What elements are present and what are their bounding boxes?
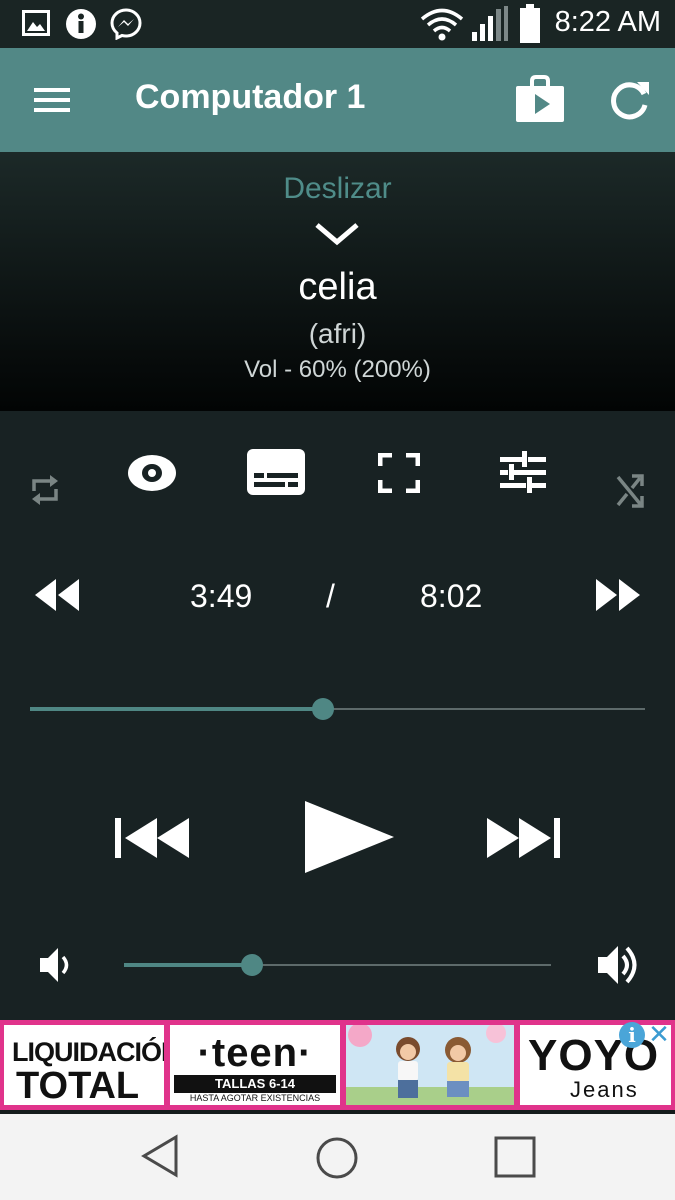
- total-time: 8:02: [420, 578, 483, 614]
- volume-status: Vol - 60% (200%): [244, 356, 431, 383]
- home-icon[interactable]: [315, 1136, 359, 1180]
- current-time: 3:49: [190, 578, 253, 614]
- seek-thumb[interactable]: [311, 698, 334, 720]
- play-icon[interactable]: [302, 798, 396, 876]
- menu-icon[interactable]: [34, 86, 72, 114]
- eye-icon[interactable]: [127, 454, 177, 492]
- ad-teen-sizes: TALLAS 6-14: [174, 1075, 336, 1093]
- skip-previous-icon[interactable]: [115, 817, 191, 859]
- skip-next-icon[interactable]: [486, 817, 562, 859]
- status-bar: 8:22 AM: [0, 0, 675, 48]
- wifi-icon: [420, 8, 464, 42]
- ad-close-icon[interactable]: ✕: [647, 1020, 671, 1048]
- ad-tile-liquidacion[interactable]: LIQUIDACIÓN TOTAL: [4, 1025, 164, 1105]
- fullscreen-icon[interactable]: [378, 453, 420, 493]
- volume-slider[interactable]: [124, 950, 551, 980]
- ad-tile-teen[interactable]: ·teen· TALLAS 6-14 HASTA AGOTAR EXISTENC…: [170, 1025, 340, 1105]
- repeat-icon[interactable]: [30, 471, 60, 509]
- fast-forward-icon[interactable]: [595, 577, 641, 613]
- time-separator: /: [326, 578, 335, 614]
- now-playing-panel[interactable]: Deslizar celia (afri) Vol - 60% (200%): [0, 152, 675, 411]
- battery-icon: [519, 4, 541, 44]
- volume-low-icon[interactable]: [38, 946, 74, 984]
- ad-total-text: TOTAL: [16, 1065, 140, 1105]
- swipe-label: Deslizar: [283, 172, 392, 205]
- status-time: 8:22 AM: [554, 6, 661, 38]
- ad-girls-photo: [346, 1025, 514, 1105]
- messenger-icon: [110, 8, 142, 40]
- play-store-icon[interactable]: [514, 74, 566, 124]
- track-artist: (afri): [308, 318, 367, 349]
- ad-teen-brand: ·teen·: [197, 1031, 313, 1075]
- volume-level: [124, 963, 253, 967]
- toolbar: Computador 1: [0, 48, 675, 152]
- toolbar-title: Computador 1: [135, 78, 366, 116]
- chevron-down-icon[interactable]: [314, 222, 360, 246]
- volume-thumb[interactable]: [241, 954, 264, 976]
- recents-icon[interactable]: [494, 1136, 536, 1178]
- signal-icon: [471, 6, 509, 42]
- seek-progress: [30, 707, 323, 711]
- ad-tile-photo[interactable]: [346, 1025, 514, 1105]
- rewind-icon[interactable]: [34, 577, 80, 613]
- refresh-icon[interactable]: [608, 78, 652, 122]
- ad-liquidacion-text: LIQUIDACIÓN: [12, 1037, 164, 1067]
- ad-teen-subtext: HASTA AGOTAR EXISTENCIAS: [189, 1093, 321, 1103]
- info-icon: [65, 8, 97, 40]
- volume-high-icon[interactable]: [596, 942, 642, 988]
- ad-info-icon[interactable]: i: [619, 1022, 645, 1048]
- back-icon[interactable]: [140, 1134, 180, 1178]
- ad-jeans-text: Jeans: [570, 1077, 639, 1102]
- track-title: celia: [298, 266, 377, 308]
- shuffle-icon[interactable]: [615, 473, 645, 509]
- equalizer-icon[interactable]: [500, 451, 546, 493]
- seek-bar[interactable]: [30, 694, 645, 724]
- image-icon: [22, 10, 50, 36]
- navigation-bar: [0, 1110, 675, 1200]
- player-controls: 3:49 / 8:02: [0, 411, 675, 1020]
- ad-banner[interactable]: LIQUIDACIÓN TOTAL ·teen· TALLAS 6-14 HAS…: [0, 1020, 675, 1110]
- subtitles-icon[interactable]: [247, 449, 305, 495]
